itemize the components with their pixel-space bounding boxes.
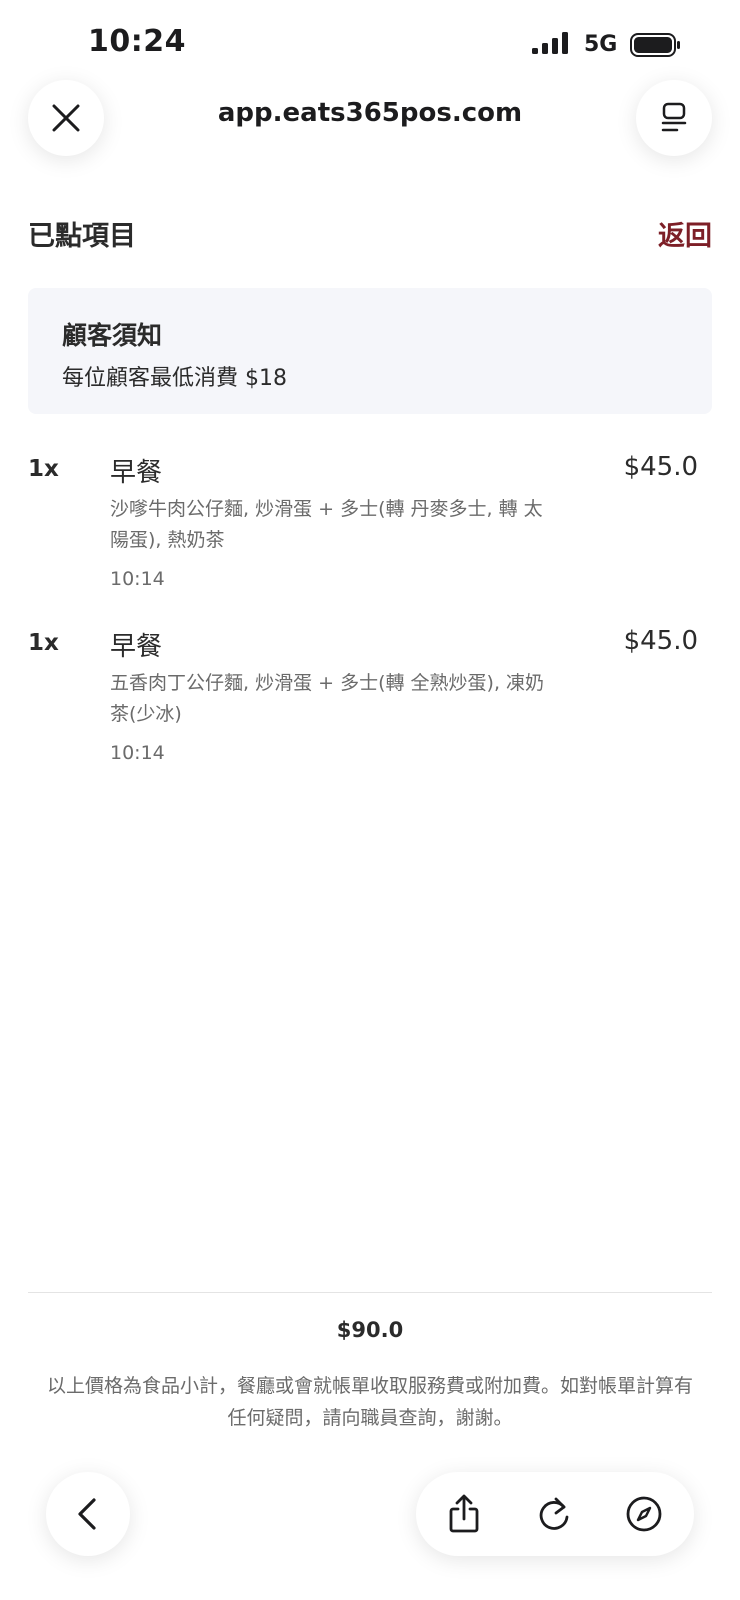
notice-text: 每位顧客最低消費 $18	[62, 366, 287, 391]
status-bar: 10:24 5G	[0, 0, 740, 80]
item-name: 早餐	[110, 632, 163, 662]
close-icon	[52, 104, 80, 132]
customer-notice-card: 顧客須知 每位顧客最低消費 $18	[28, 288, 712, 414]
page-menu-button[interactable]	[636, 80, 712, 156]
notice-title: 顧客須知	[62, 321, 163, 350]
order-total: $90.0	[336, 1318, 404, 1342]
close-button[interactable]	[28, 80, 104, 156]
url-bar[interactable]: app.eats365pos.com	[150, 98, 590, 128]
price-disclaimer: 以上價格為食品小計，餐廳或會就帳單收取服務費或附加費。如對帳單計算有任何疑問，請…	[46, 1375, 693, 1429]
page-menu-icon	[661, 102, 687, 132]
order-item: 1x 早餐 $45.0 沙嗲牛肉公仔麵, 炒滑蛋 + 多士(轉 丹麥多士, 轉 …	[0, 452, 740, 602]
back-arrow-icon	[78, 1498, 96, 1530]
browser-toolbar	[416, 1472, 694, 1556]
status-time: 10:24	[88, 24, 186, 59]
item-price: $45.0	[623, 452, 698, 482]
share-icon	[449, 1494, 479, 1533]
item-quantity: 1x	[28, 456, 59, 482]
item-time: 10:14	[110, 742, 165, 764]
item-time: 10:14	[110, 568, 165, 590]
divider	[28, 1292, 712, 1293]
browser-back-button[interactable]	[46, 1472, 130, 1556]
item-description: 沙嗲牛肉公仔麵, 炒滑蛋 + 多士(轉 丹麥多士, 轉 太陽蛋), 熱奶茶	[110, 498, 543, 551]
reload-icon	[539, 1497, 569, 1530]
network-type: 5G	[584, 32, 618, 57]
page-title: 已點項目	[28, 221, 136, 252]
item-price: $45.0	[623, 626, 698, 656]
item-description: 五香肉丁公仔麵, 炒滑蛋 + 多士(轉 全熟炒蛋), 凍奶茶(少冰)	[110, 672, 545, 725]
back-link[interactable]: 返回	[658, 214, 712, 253]
signal-icon	[532, 32, 568, 54]
battery-icon	[630, 33, 680, 57]
item-name: 早餐	[110, 458, 163, 488]
compass-icon	[626, 1496, 662, 1532]
item-quantity: 1x	[28, 630, 59, 656]
order-item: 1x 早餐 $45.0 五香肉丁公仔麵, 炒滑蛋 + 多士(轉 全熟炒蛋), 凍…	[0, 626, 740, 776]
compass-button[interactable]	[602, 1472, 686, 1556]
reload-button[interactable]	[512, 1472, 596, 1556]
share-button[interactable]	[422, 1472, 506, 1556]
